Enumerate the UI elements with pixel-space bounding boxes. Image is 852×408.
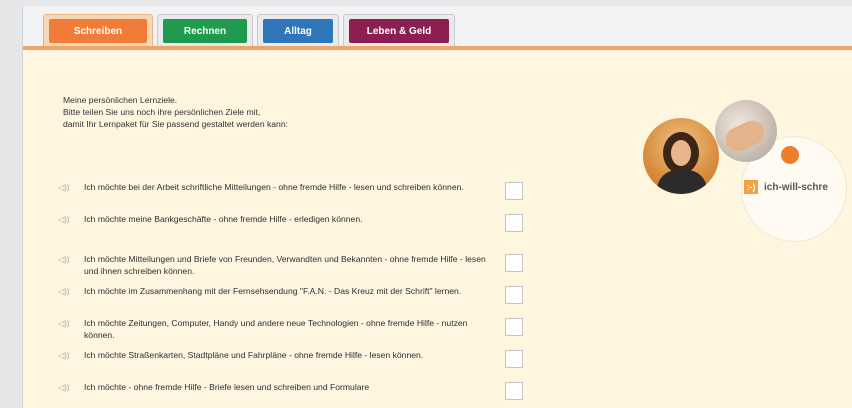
- goal-text: Ich möchte bei der Arbeit schriftliche M…: [84, 182, 464, 192]
- woman-photo: [643, 118, 719, 194]
- brand-text: ich-will-schre: [764, 181, 828, 193]
- tab-leben-geld-label: Leben & Geld: [349, 19, 449, 43]
- tab-schreiben[interactable]: Schreiben: [43, 14, 153, 46]
- hand-photo: [715, 100, 777, 162]
- tab-rechnen[interactable]: Rechnen: [157, 14, 253, 46]
- speaker-icon[interactable]: ◁)): [58, 286, 84, 296]
- goal-item: ◁)) Ich möchte meine Bankgeschäfte - ohn…: [58, 214, 528, 232]
- speaker-icon[interactable]: ◁)): [58, 182, 84, 192]
- goal-text: Ich möchte im Zusammenhang mit der Ferns…: [84, 286, 462, 296]
- goal-checkbox[interactable]: [505, 318, 523, 336]
- goal-item: ◁)) Ich möchte Zeitungen, Computer, Hand…: [58, 318, 528, 341]
- brand-name: :-) ich-will-schre: [744, 180, 828, 194]
- tab-alltag-label: Alltag: [263, 19, 333, 43]
- goal-checkbox[interactable]: [505, 254, 523, 272]
- goal-text: Ich möchte - ohne fremde Hilfe - Briefe …: [84, 382, 370, 392]
- goal-text: Ich möchte Mitteilungen und Briefe von F…: [84, 254, 486, 276]
- intro-title: Meine persönlichen Lernziele.: [63, 95, 178, 105]
- goal-checkbox[interactable]: [505, 214, 523, 232]
- speaker-icon[interactable]: ◁)): [58, 350, 84, 360]
- speaker-icon[interactable]: ◁)): [58, 318, 84, 328]
- goal-checkbox[interactable]: [505, 350, 523, 368]
- speaker-icon[interactable]: ◁)): [58, 214, 84, 224]
- intro-text: Meine persönlichen Lernziele. Bitte teil…: [63, 94, 288, 130]
- goal-item: ◁)) Ich möchte Straßenkarten, Stadtpläne…: [58, 350, 528, 368]
- brand-logo: :-) ich-will-schre: [643, 94, 847, 242]
- app-frame: Schreiben Rechnen Alltag Leben & Geld Me…: [22, 6, 852, 408]
- goal-checkbox[interactable]: [505, 286, 523, 304]
- goal-text: Ich möchte meine Bankgeschäfte - ohne fr…: [84, 214, 363, 224]
- goal-checkbox[interactable]: [505, 382, 523, 400]
- speaker-icon[interactable]: ◁)): [58, 254, 84, 264]
- intro-line-2: Bitte teilen Sie uns noch ihre persönlic…: [63, 107, 261, 117]
- main-content: Meine persönlichen Lernziele. Bitte teil…: [23, 50, 852, 408]
- smiley-icon: :-): [744, 180, 758, 194]
- orange-dot: [779, 144, 801, 166]
- tab-schreiben-label: Schreiben: [49, 19, 147, 43]
- tab-alltag[interactable]: Alltag: [257, 14, 339, 46]
- goal-item: ◁)) Ich möchte Mitteilungen und Briefe v…: [58, 254, 528, 277]
- goal-item: ◁)) Ich möchte bei der Arbeit schriftlic…: [58, 182, 528, 200]
- tab-leben-geld[interactable]: Leben & Geld: [343, 14, 455, 46]
- goal-item: ◁)) Ich möchte - ohne fremde Hilfe - Bri…: [58, 382, 528, 400]
- goal-checkbox[interactable]: [505, 182, 523, 200]
- goal-text: Ich möchte Zeitungen, Computer, Handy un…: [84, 318, 468, 340]
- tab-rechnen-label: Rechnen: [163, 19, 247, 43]
- goal-text: Ich möchte Straßenkarten, Stadtpläne und…: [84, 350, 424, 360]
- intro-line-3: damit Ihr Lernpaket für Sie passend gest…: [63, 119, 289, 129]
- speaker-icon[interactable]: ◁)): [58, 382, 84, 392]
- goal-item: ◁)) Ich möchte im Zusammenhang mit der F…: [58, 286, 528, 304]
